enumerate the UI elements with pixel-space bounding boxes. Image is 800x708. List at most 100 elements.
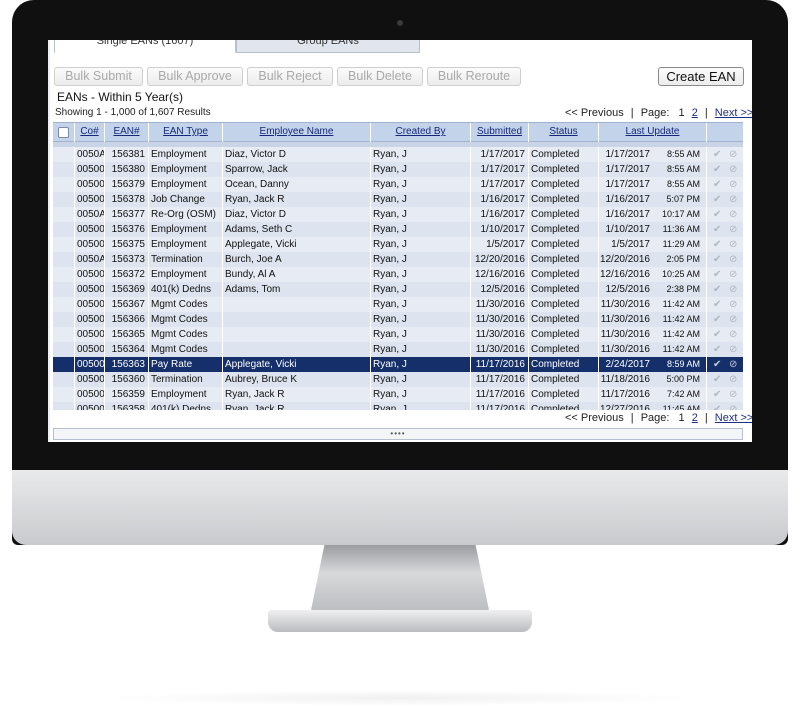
row-checkbox[interactable] <box>53 207 75 222</box>
check-icon[interactable]: ✔ <box>713 162 721 177</box>
check-icon[interactable]: ✔ <box>713 282 721 297</box>
next-link[interactable]: Next >> <box>715 412 752 424</box>
table-row[interactable]: 00500 156363 Pay Rate Applegate, Vicki Ryan,… <box>53 357 743 372</box>
column-header-ean-type[interactable]: EAN Type <box>149 123 223 143</box>
row-actions: ✔ ⊘ <box>707 147 743 162</box>
table-row[interactable]: 00500 156364 Mgmt Codes Ryan, J 11/30/2016 Co… <box>53 342 743 357</box>
page-2-link[interactable]: 2 <box>692 412 698 424</box>
table-row[interactable]: 00500 156359 Employment Ryan, Jack R Ryan, J… <box>53 387 743 402</box>
table-row[interactable]: 00500 156376 Employment Adams, Seth C Ryan, … <box>53 222 743 237</box>
table-row[interactable]: 0050A 156373 Termination Burch, Joe A Ryan, … <box>53 252 743 267</box>
check-icon[interactable]: ✔ <box>713 252 721 267</box>
bulk-reroute-button[interactable]: Bulk Reroute <box>427 67 521 86</box>
check-icon[interactable]: ✔ <box>713 312 721 327</box>
table-row[interactable]: 00500 156360 Termination Aubrey, Bruce K Rya… <box>53 372 743 387</box>
column-header-co[interactable]: Co# <box>75 123 105 143</box>
row-checkbox[interactable] <box>53 342 75 357</box>
prohibited-icon[interactable]: ⊘ <box>729 237 737 252</box>
row-checkbox[interactable] <box>53 372 75 387</box>
prohibited-icon[interactable]: ⊘ <box>729 342 737 357</box>
row-checkbox[interactable] <box>53 237 75 252</box>
next-link[interactable]: Next >> <box>715 107 752 119</box>
prohibited-icon[interactable]: ⊘ <box>729 267 737 282</box>
table-row[interactable]: 00500 156358 401(k) Dedns Ryan, Jack R Ryan,… <box>53 402 743 410</box>
column-header-last-update[interactable]: Last Update <box>599 123 707 143</box>
monitor-stand <box>310 545 490 615</box>
resize-splitter[interactable]: •••• <box>53 428 743 440</box>
check-icon[interactable]: ✔ <box>713 237 721 252</box>
row-checkbox[interactable] <box>53 177 75 192</box>
column-header-status[interactable]: Status <box>529 123 599 143</box>
column-header-employee-name[interactable]: Employee Name <box>223 123 371 143</box>
row-checkbox[interactable] <box>53 312 75 327</box>
row-checkbox[interactable] <box>53 192 75 207</box>
check-icon[interactable]: ✔ <box>713 387 721 402</box>
prohibited-icon[interactable]: ⊘ <box>729 192 737 207</box>
row-checkbox[interactable] <box>53 267 75 282</box>
row-actions: ✔ ⊘ <box>707 207 743 222</box>
prohibited-icon[interactable]: ⊘ <box>729 312 737 327</box>
row-checkbox[interactable] <box>53 282 75 297</box>
prohibited-icon[interactable]: ⊘ <box>729 177 737 192</box>
check-icon[interactable]: ✔ <box>713 177 721 192</box>
previous-link[interactable]: << Previous <box>565 107 624 119</box>
previous-link[interactable]: << Previous <box>565 412 624 424</box>
table-row[interactable]: 00500 156378 Job Change Ryan, Jack R Ryan, J… <box>53 192 743 207</box>
table-row[interactable]: 00500 156369 401(k) Dedns Adams, Tom Ryan, J… <box>53 282 743 297</box>
bulk-submit-button[interactable]: Bulk Submit <box>54 67 143 86</box>
row-checkbox[interactable] <box>53 222 75 237</box>
check-icon[interactable]: ✔ <box>713 147 721 162</box>
cell-created-by: Ryan, J <box>371 252 471 267</box>
check-icon[interactable]: ✔ <box>713 297 721 312</box>
table-row[interactable]: 00500 156372 Employment Bundy, Al A Ryan, J1… <box>53 267 743 282</box>
prohibited-icon[interactable]: ⊘ <box>729 147 737 162</box>
table-row[interactable]: 0050A 156381 Employment Diaz, Victor D Ryan,… <box>53 147 743 162</box>
prohibited-icon[interactable]: ⊘ <box>729 402 737 410</box>
prohibited-icon[interactable]: ⊘ <box>729 222 737 237</box>
prohibited-icon[interactable]: ⊘ <box>729 252 737 267</box>
prohibited-icon[interactable]: ⊘ <box>729 207 737 222</box>
prohibited-icon[interactable]: ⊘ <box>729 327 737 342</box>
prohibited-icon[interactable]: ⊘ <box>729 297 737 312</box>
table-row[interactable]: 00500 156367 Mgmt Codes Ryan, J 11/30/2016 Co… <box>53 297 743 312</box>
column-header-submitted[interactable]: Submitted <box>471 123 529 143</box>
create-ean-button[interactable]: Create EAN <box>658 67 744 86</box>
row-checkbox[interactable] <box>53 387 75 402</box>
row-checkbox[interactable] <box>53 252 75 267</box>
table-row[interactable]: 00500 156379 Employment Ocean, Danny Ryan, J… <box>53 177 743 192</box>
page-2-link[interactable]: 2 <box>692 107 698 119</box>
prohibited-icon[interactable]: ⊘ <box>729 162 737 177</box>
column-header-created-by[interactable]: Created By <box>371 123 471 143</box>
row-checkbox[interactable] <box>53 402 75 410</box>
check-icon[interactable]: ✔ <box>713 267 721 282</box>
table-row[interactable]: 00500 156366 Mgmt Codes Ryan, J 11/30/2016 Co… <box>53 312 743 327</box>
row-checkbox[interactable] <box>53 162 75 177</box>
check-icon[interactable]: ✔ <box>713 207 721 222</box>
prohibited-icon[interactable]: ⊘ <box>729 357 737 372</box>
table-row[interactable]: 00500 156380 Employment Sparrow, Jack Ryan, … <box>53 162 743 177</box>
select-all-checkbox[interactable] <box>53 123 75 143</box>
check-icon[interactable]: ✔ <box>713 372 721 387</box>
row-checkbox[interactable] <box>53 357 75 372</box>
tab-group-eans[interactable]: Group EANs <box>236 40 420 53</box>
check-icon[interactable]: ✔ <box>713 192 721 207</box>
check-icon[interactable]: ✔ <box>713 402 721 410</box>
table-row[interactable]: 0050A 156377 Re-Org (OSM) Diaz, Victor D Rya… <box>53 207 743 222</box>
prohibited-icon[interactable]: ⊘ <box>729 282 737 297</box>
bulk-reject-button[interactable]: Bulk Reject <box>247 67 333 86</box>
table-row[interactable]: 00500 156375 Employment Applegate, Vicki Rya… <box>53 237 743 252</box>
row-checkbox[interactable] <box>53 147 75 162</box>
check-icon[interactable]: ✔ <box>713 222 721 237</box>
table-row[interactable]: 00500 156365 Mgmt Codes Ryan, J 11/30/2016 Co… <box>53 327 743 342</box>
bulk-delete-button[interactable]: Bulk Delete <box>337 67 423 86</box>
tab-single-eans[interactable]: Single EANs (1607) <box>54 40 236 53</box>
row-checkbox[interactable] <box>53 327 75 342</box>
column-header-ean[interactable]: EAN# <box>105 123 149 143</box>
check-icon[interactable]: ✔ <box>713 357 721 372</box>
prohibited-icon[interactable]: ⊘ <box>729 372 737 387</box>
check-icon[interactable]: ✔ <box>713 327 721 342</box>
check-icon[interactable]: ✔ <box>713 342 721 357</box>
prohibited-icon[interactable]: ⊘ <box>729 387 737 402</box>
bulk-approve-button[interactable]: Bulk Approve <box>147 67 243 86</box>
row-checkbox[interactable] <box>53 297 75 312</box>
